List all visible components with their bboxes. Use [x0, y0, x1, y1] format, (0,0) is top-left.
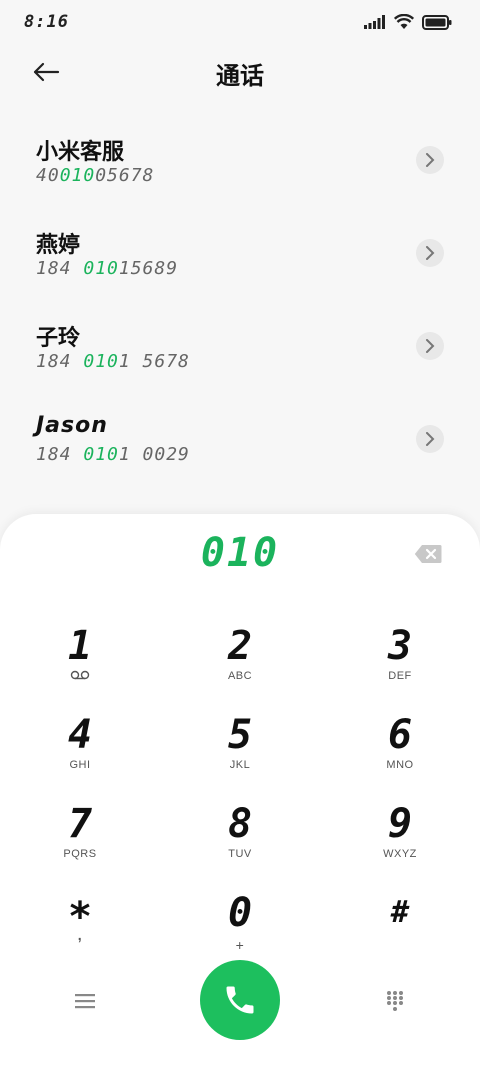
key-1[interactable]: 1	[20, 624, 140, 704]
dialed-number: 010	[200, 530, 280, 576]
contact-detail-button[interactable]	[416, 332, 444, 360]
number-suffix: 1 5678	[118, 351, 190, 372]
key-0[interactable]: 0 +	[180, 891, 300, 971]
contact-name: Jason	[36, 413, 108, 438]
number-prefix: 184	[36, 351, 84, 372]
contact-row[interactable]: 子玲 184 0101 5678	[0, 306, 480, 399]
call-button[interactable]	[200, 960, 280, 1040]
key-digit: #	[390, 895, 410, 930]
status-bar: 8:16	[0, 0, 480, 44]
key-hash[interactable]: #	[340, 891, 460, 971]
key-digit: 3	[387, 623, 413, 669]
wifi-icon	[394, 14, 414, 29]
contact-name: 小米客服	[36, 140, 125, 165]
key-letters: JKL	[229, 759, 251, 771]
number-suffix: 05678	[95, 165, 155, 186]
key-digit: 7	[67, 801, 93, 847]
dialpad-panel: 010 1 2 ABC 3 DEF 4 GHI 5 JKL 6 MNO 7 PQ…	[0, 514, 480, 1066]
contact-row[interactable]: 燕婷 184 01015689	[0, 213, 480, 306]
key-7[interactable]: 7 PQRS	[20, 802, 140, 882]
page-title: 通话	[216, 62, 264, 90]
key-letters: MNO	[386, 759, 414, 771]
key-digit: 0	[227, 890, 253, 936]
contact-row[interactable]: Jason 184 0101 0029	[0, 399, 480, 492]
number-match: 010	[59, 165, 96, 186]
contact-number: 4001005678	[36, 165, 154, 186]
number-prefix: 40	[36, 165, 60, 186]
number-prefix: 184	[36, 444, 84, 465]
key-digit: 4	[67, 712, 93, 758]
key-5[interactable]: 5 JKL	[180, 713, 300, 793]
chevron-right-icon	[426, 153, 435, 167]
key-letters: TUV	[228, 848, 252, 860]
key-letters: PQRS	[63, 848, 97, 860]
key-digit: 2	[227, 623, 253, 669]
contact-number: 184 0101 0029	[36, 444, 190, 465]
contact-name: 子玲	[36, 326, 81, 351]
chevron-right-icon	[426, 339, 435, 353]
key-letters: +	[235, 937, 245, 953]
key-star[interactable]: * ,	[20, 891, 140, 971]
contact-number: 184 0101 5678	[36, 351, 190, 372]
key-digit: 9	[387, 801, 413, 847]
keypad-icon	[387, 991, 403, 1011]
key-digit: 6	[387, 712, 413, 758]
battery-icon	[422, 14, 452, 30]
key-4[interactable]: 4 GHI	[20, 713, 140, 793]
key-digit: 1	[67, 623, 93, 669]
backspace-icon	[414, 545, 442, 563]
menu-icon	[75, 994, 95, 1009]
contact-row[interactable]: 小米客服 4001005678	[0, 120, 480, 213]
dialer-bottom-bar	[0, 960, 480, 1040]
key-6[interactable]: 6 MNO	[340, 713, 460, 793]
contact-name: 燕婷	[36, 233, 81, 258]
signal-icon	[364, 15, 385, 29]
key-letters: ,	[77, 927, 83, 943]
key-2[interactable]: 2 ABC	[180, 624, 300, 704]
key-letters: WXYZ	[383, 848, 417, 860]
contact-detail-button[interactable]	[416, 146, 444, 174]
menu-button[interactable]	[68, 984, 102, 1018]
contact-detail-button[interactable]	[416, 239, 444, 267]
key-letters: DEF	[388, 670, 412, 682]
number-suffix: 15689	[118, 258, 179, 279]
top-bar: 通话	[0, 44, 480, 100]
voicemail-icon	[70, 670, 90, 680]
keypad-toggle-button[interactable]	[378, 984, 412, 1018]
key-letters: ABC	[227, 670, 253, 682]
key-9[interactable]: 9 WXYZ	[340, 802, 460, 882]
contact-number: 184 01015689	[36, 258, 178, 279]
contact-list: 小米客服 4001005678 燕婷 184 01015689 子玲 184 0…	[0, 120, 480, 492]
chevron-right-icon	[426, 432, 435, 446]
contact-detail-button[interactable]	[416, 425, 444, 453]
status-time: 8:16	[24, 12, 69, 32]
number-prefix: 184	[36, 258, 84, 279]
status-icons	[364, 14, 452, 30]
number-match: 010	[83, 351, 119, 372]
backspace-button[interactable]	[414, 544, 442, 566]
key-letters: GHI	[69, 759, 91, 771]
key-digit: 8	[227, 801, 253, 847]
chevron-right-icon	[426, 246, 435, 260]
number-suffix: 1 0029	[118, 444, 190, 465]
number-match: 010	[83, 444, 119, 465]
key-8[interactable]: 8 TUV	[180, 802, 300, 882]
key-3[interactable]: 3 DEF	[340, 624, 460, 704]
key-digit: 5	[227, 712, 253, 758]
phone-icon	[226, 986, 254, 1014]
number-match: 010	[83, 258, 119, 279]
